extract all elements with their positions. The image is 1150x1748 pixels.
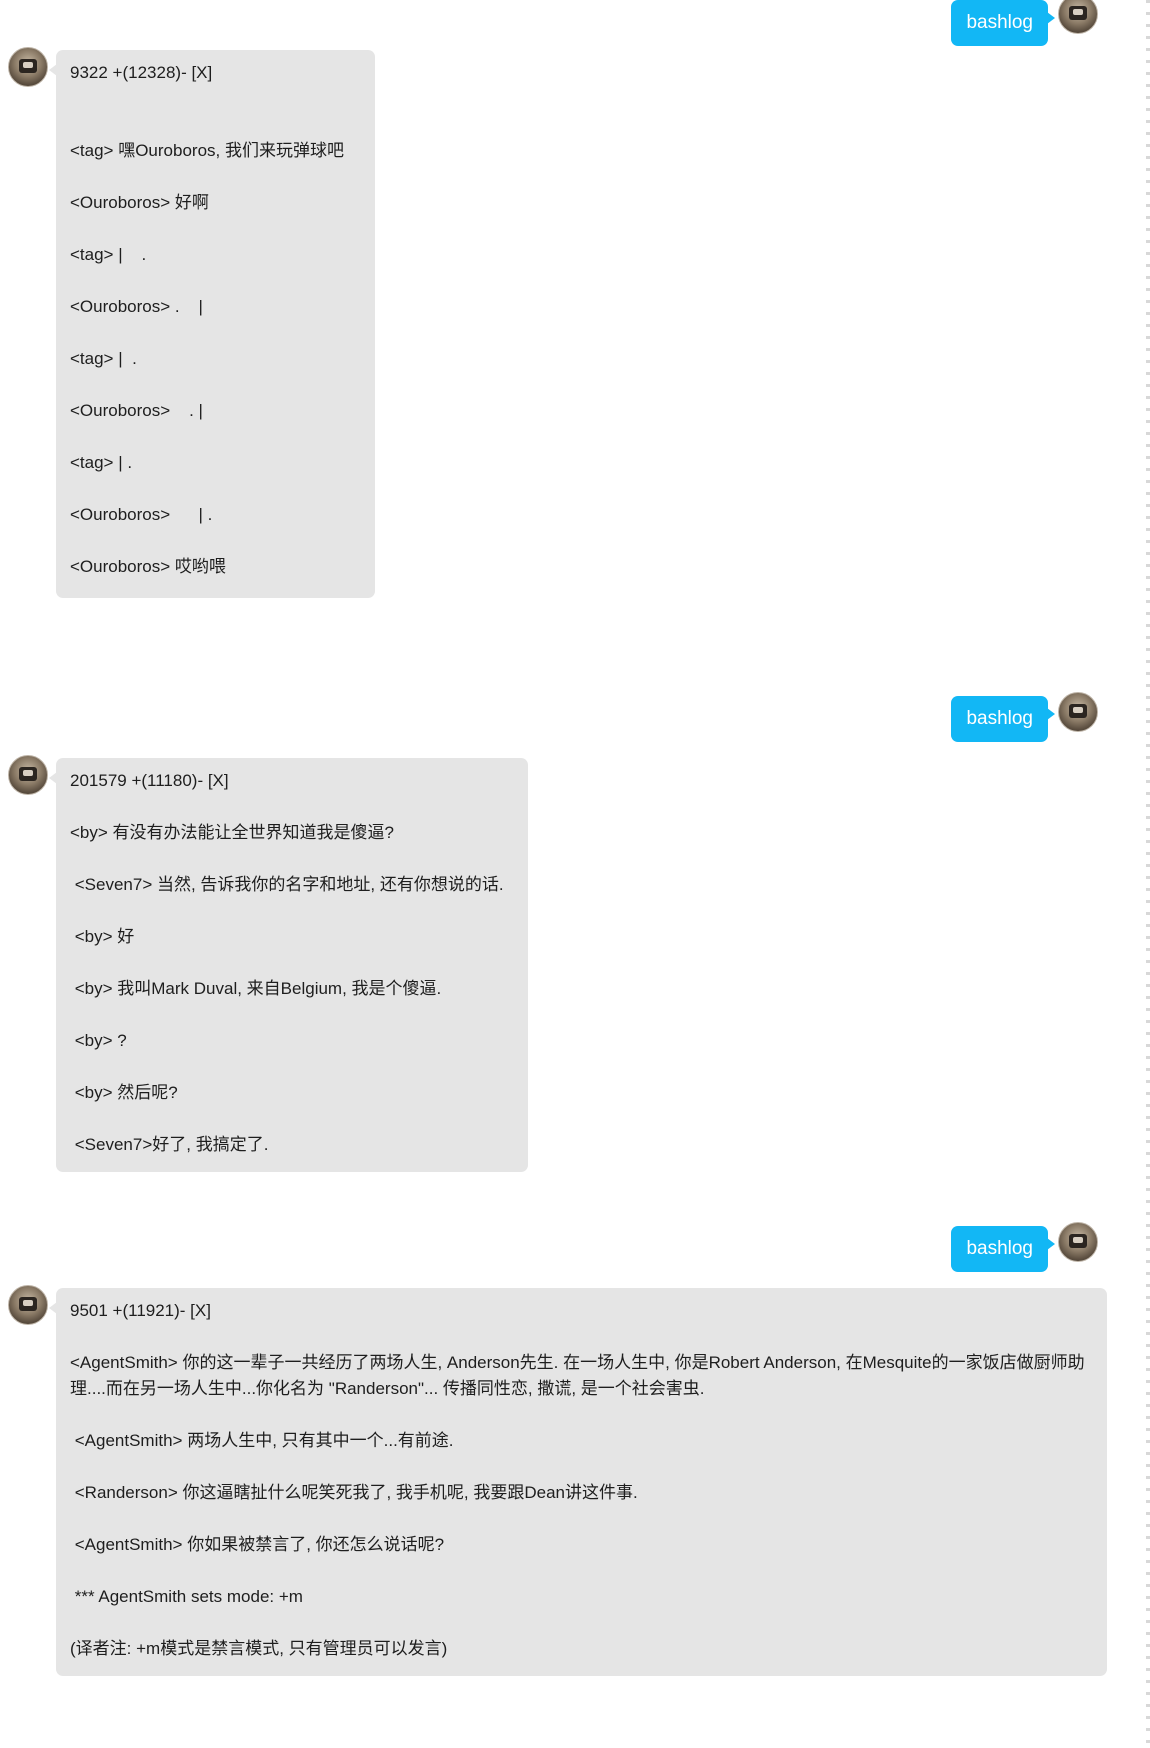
chat-line: <AgentSmith> 你如果被禁言了, 你还怎么说话呢? <box>70 1535 445 1554</box>
chat-line: <Ouroboros> . | <box>70 401 203 420</box>
outgoing-message: bashlog <box>951 0 1098 46</box>
chat-window: bashlog 9322 +(12328)- [X] <tag> 嘿Ourobo… <box>0 0 1150 1748</box>
chat-line: (译者注: +m模式是禁言模式, 只有管理员可以发言) <box>70 1639 448 1658</box>
chat-line: <by> 好 <box>70 927 135 946</box>
incoming-bubble[interactable]: 201579 +(11180)- [X] <by> 有没有办法能让全世界知道我是… <box>49 758 528 1172</box>
chat-line: <Randerson> 你这逼瞎扯什么呢笑死我了, 我手机呢, 我要跟Dean讲… <box>70 1483 638 1502</box>
chat-line: <by> 我叫Mark Duval, 来自Belgium, 我是个傻逼. <box>70 979 442 998</box>
chat-line: <Ouroboros> . | <box>70 297 203 316</box>
incoming-bubble[interactable]: 9501 +(11921)- [X] <AgentSmith> 你的这一辈子一共… <box>49 1288 1107 1676</box>
outgoing-message: bashlog <box>951 1222 1098 1272</box>
incoming-bubble[interactable]: 9322 +(12328)- [X] <tag> 嘿Ouroboros, 我们来… <box>49 50 375 598</box>
user-avatar-icon[interactable] <box>1058 1222 1098 1262</box>
incoming-message: 201579 +(11180)- [X] <by> 有没有办法能让全世界知道我是… <box>8 755 528 1172</box>
scrollbar[interactable] <box>1146 0 1150 1748</box>
user-avatar-icon[interactable] <box>8 47 48 87</box>
chat-line: <Ouroboros> 好啊 <box>70 193 209 212</box>
chat-line: <by> ? <box>70 1031 127 1050</box>
outgoing-bubble[interactable]: bashlog <box>951 0 1055 46</box>
chat-line: <by> 有没有办法能让全世界知道我是傻逼? <box>70 823 394 842</box>
quote-header: 9322 +(12328)- [X] <box>70 63 213 82</box>
user-avatar-icon[interactable] <box>8 755 48 795</box>
chat-line: <Ouroboros> | . <box>70 505 213 524</box>
chat-line: <Seven7> 当然, 告诉我你的名字和地址, 还有你想说的话. <box>70 875 504 894</box>
incoming-message: 9501 +(11921)- [X] <AgentSmith> 你的这一辈子一共… <box>8 1285 1107 1676</box>
quote-header: 9501 +(11921)- [X] <box>70 1301 211 1320</box>
chat-line: <tag> | . <box>70 453 133 472</box>
user-avatar-icon[interactable] <box>8 1285 48 1325</box>
chat-line: *** AgentSmith sets mode: +m <box>70 1587 303 1606</box>
chat-line: <tag> | . <box>70 245 147 264</box>
chat-line: <tag> 嘿Ouroboros, 我们来玩弹球吧 <box>70 141 344 160</box>
user-avatar-icon[interactable] <box>1058 0 1098 34</box>
user-avatar-icon[interactable] <box>1058 692 1098 732</box>
outgoing-bubble[interactable]: bashlog <box>951 696 1055 742</box>
quote-header: 201579 +(11180)- [X] <box>70 771 229 790</box>
outgoing-message: bashlog <box>951 692 1098 742</box>
chat-line: <Ouroboros> 哎哟喂 <box>70 557 226 576</box>
chat-line: <AgentSmith> 两场人生中, 只有其中一个...有前途. <box>70 1431 454 1450</box>
chat-line: <AgentSmith> 你的这一辈子一共经历了两场人生, Anderson先生… <box>70 1353 1085 1398</box>
incoming-message: 9322 +(12328)- [X] <tag> 嘿Ouroboros, 我们来… <box>8 47 375 598</box>
outgoing-bubble[interactable]: bashlog <box>951 1226 1055 1272</box>
chat-line: <Seven7>好了, 我搞定了. <box>70 1135 269 1154</box>
chat-line: <tag> | . <box>70 349 137 368</box>
chat-line: <by> 然后呢? <box>70 1083 178 1102</box>
